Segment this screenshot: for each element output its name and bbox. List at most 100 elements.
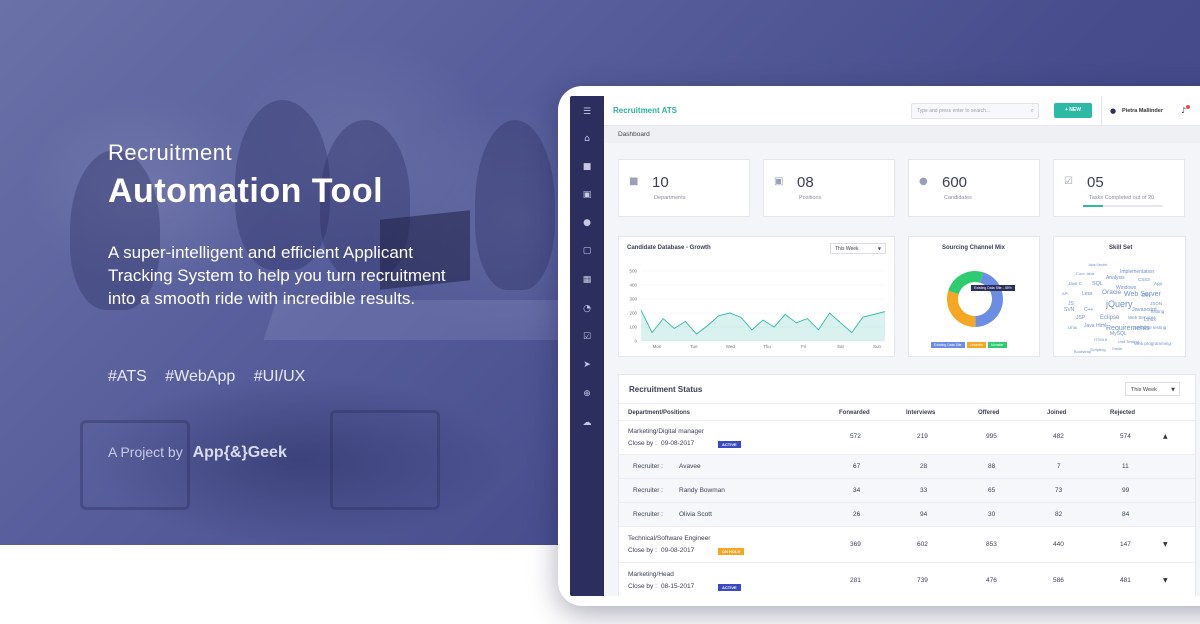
stat-value: 08	[797, 174, 814, 191]
joined-value: 82	[1055, 511, 1063, 518]
column-header: Interviews	[906, 410, 936, 416]
skill-word: Oracle	[1112, 347, 1123, 351]
skill-word: Jave C	[1068, 281, 1083, 286]
tablet-frame: ☰ ⌂ ■ ▣ ● ▢ ▦ ◔ ☑ ➤ ⊕ ☁ Recruitment ATS …	[558, 86, 1200, 606]
y-tick-label: 400	[629, 283, 637, 288]
recruiter-name: Randy Bowman	[679, 487, 725, 494]
user-name: Pietra Mallinder	[1122, 108, 1163, 114]
stat-value: 10	[652, 174, 669, 191]
skill-word: Oracle	[1102, 289, 1122, 296]
close-date: 09-08-2017	[661, 547, 695, 554]
x-tick-label: Mon	[653, 344, 662, 349]
stat-label: Positions	[799, 195, 822, 201]
table-row[interactable]: Marketing/Digital manager Close by : 09-…	[619, 421, 1195, 455]
skill-word: Web programming	[1134, 341, 1171, 346]
legend-item: Monster	[987, 342, 1007, 348]
recruiter-label: Recruiter :	[633, 463, 663, 470]
search-input[interactable]: Type and press enter to search... ⌕	[911, 103, 1039, 119]
forwarded-value: 572	[850, 433, 861, 440]
chevron-down-icon[interactable]: ▼	[1163, 577, 1168, 584]
bell-icon[interactable]: ♪	[1181, 105, 1190, 115]
stat-card-candidates[interactable]: ● 600 Candidates	[908, 159, 1040, 217]
chevron-down-icon[interactable]: ▼	[1163, 541, 1168, 548]
x-tick-label: Tue	[690, 344, 698, 349]
growth-chart-panel: Candidate Database - Growth This Week ▼ …	[618, 236, 895, 357]
offered-value: 30	[988, 511, 996, 518]
rejected-value: 574	[1120, 433, 1131, 440]
chevron-up-icon[interactable]: ▲	[1163, 433, 1168, 440]
status-badge: ACTIVE	[718, 441, 741, 448]
menu-icon[interactable]: ☰	[580, 105, 594, 119]
checkbox-icon[interactable]: ☑	[580, 330, 594, 344]
rejected-value: 147	[1120, 541, 1131, 548]
donut-tooltip: Existing Data Site - 45%	[971, 285, 1015, 291]
offered-value: 65	[988, 487, 996, 494]
joined-value: 586	[1053, 577, 1064, 584]
stat-card-departments[interactable]: ■ 10 Departments	[618, 159, 750, 217]
sidebar: ☰ ⌂ ■ ▣ ● ▢ ▦ ◔ ☑ ➤ ⊕ ☁	[570, 96, 604, 596]
skill-word: Testing	[1150, 309, 1165, 314]
status-filter-value: This Week	[1131, 387, 1157, 393]
user-menu[interactable]: ● Pietra Mallinder	[1101, 96, 1163, 126]
top-bar: Recruitment ATS Type and press enter to …	[604, 96, 1200, 126]
donut-slice	[947, 290, 976, 327]
status-filter-select[interactable]: This Week ▼	[1125, 382, 1180, 396]
recruiter-label: Recruiter :	[633, 487, 663, 494]
dept-name: Marketing/Digital manager	[628, 428, 704, 435]
donut-legend: Existing Data Site LinkedIn Monster	[931, 342, 1007, 348]
skill-word: Java Html	[1084, 323, 1107, 329]
table-row[interactable]: Marketing/Head Close by : 08-15-2017 ACT…	[619, 563, 1195, 596]
skill-word: JSP	[1076, 315, 1086, 321]
x-tick-label: Wed	[726, 344, 736, 349]
rejected-value: 481	[1120, 577, 1131, 584]
skill-word: C++	[1084, 307, 1094, 313]
skill-word: Less	[1082, 291, 1093, 297]
y-tick-label: 100	[629, 325, 637, 330]
id-card-icon[interactable]: ▣	[580, 188, 594, 202]
stat-value: 600	[942, 174, 968, 191]
breadcrumb-dashboard[interactable]: Dashboard	[618, 131, 650, 138]
briefcase-icon[interactable]: ■	[580, 160, 594, 174]
stat-card-positions[interactable]: ▣ 08 Positions	[763, 159, 895, 217]
column-header: Rejected	[1110, 410, 1136, 416]
image-icon[interactable]: ▢	[580, 244, 594, 258]
joined-value: 7	[1057, 463, 1061, 470]
app-brand[interactable]: Recruitment ATS	[613, 106, 677, 115]
byline-text: A Project by	[108, 444, 183, 460]
home-icon[interactable]: ⌂	[580, 132, 594, 146]
legend-item: LinkedIn	[966, 342, 986, 348]
growth-area-chart: 0 100 200 300 400 500 Mon Tue Wed Thu Fri Sat Sun	[629, 269, 886, 349]
stat-label: Tasks Completed out of 20	[1089, 195, 1155, 201]
calendar-icon[interactable]: ▦	[580, 273, 594, 287]
skill-word: Analysis	[1106, 275, 1125, 281]
send-icon[interactable]: ➤	[580, 358, 594, 372]
joined-value: 482	[1053, 433, 1064, 440]
table-row[interactable]: Technical/Software Engineer Close by : 0…	[619, 527, 1195, 563]
interviews-value: 33	[920, 487, 928, 494]
cloud-upload-icon[interactable]: ☁	[580, 416, 594, 430]
stat-label: Departments	[654, 195, 686, 201]
pie-chart-icon[interactable]: ◔	[580, 302, 594, 316]
sourcing-donut-chart	[947, 271, 1003, 327]
users-icon[interactable]: ●	[580, 216, 594, 230]
skill-set-panel: Skill Set Java Servlet Implementation Core…	[1053, 236, 1186, 357]
hero-tags: #ATS #WebApp #UI/UX	[108, 368, 319, 386]
recruiter-name: Avavee	[679, 463, 701, 470]
tag: #UI/UX	[253, 368, 306, 385]
app-screen: ☰ ⌂ ■ ▣ ● ▢ ▦ ◔ ☑ ➤ ⊕ ☁ Recruitment ATS …	[570, 96, 1200, 596]
dept-name: Technical/Software Engineer	[628, 535, 711, 542]
search-user-icon[interactable]: ⊕	[580, 387, 594, 401]
new-button[interactable]: + NEW	[1054, 103, 1092, 118]
forwarded-value: 281	[850, 577, 861, 584]
x-tick-label: Thu	[763, 344, 771, 349]
table-header-row: Department/Positions Forwarded Interview…	[619, 403, 1195, 421]
stat-card-tasks[interactable]: ☑ 05 Tasks Completed out of 20	[1053, 159, 1185, 217]
offered-value: 853	[986, 541, 997, 548]
search-icon[interactable]: ⌕	[1031, 107, 1034, 115]
users-icon: ●	[919, 176, 928, 187]
skill-word: SVN	[1064, 307, 1075, 313]
skill-word: Unix	[1068, 325, 1078, 330]
status-badge: ACTIVE	[718, 584, 741, 591]
column-header: Joined	[1047, 410, 1067, 416]
briefcase-icon: ■	[629, 176, 639, 187]
